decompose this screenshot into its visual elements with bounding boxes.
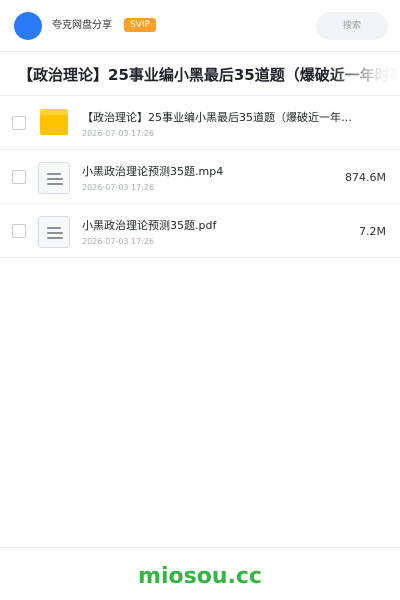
item-date: 2026-07-03 17:26 [82, 237, 155, 246]
title-fade-overlay [330, 52, 400, 95]
footer: miosou.cc [0, 547, 400, 600]
sharer-name: 夸克网盘分享 [52, 20, 112, 31]
item-date: 2026-07-03 17:26 [82, 183, 155, 192]
site-watermark[interactable]: miosou.cc [0, 564, 400, 590]
list-item-file[interactable]: 小黑政治理论预测35题.pdf 2026-07-03 17:26 7.2M [0, 204, 400, 258]
search-button[interactable]: 搜索 [316, 12, 388, 40]
share-title-bar: 【政治理论】25事业编小黑最后35道题（爆破近一年时政热点） [0, 52, 400, 96]
avatar[interactable] [14, 12, 42, 40]
item-name[interactable]: 【政治理论】25事业编小黑最后35道题（爆破近一年时政热点） [82, 111, 352, 125]
file-list: 【政治理论】25事业编小黑最后35道题（爆破近一年时政热点） 2026-07-0… [0, 96, 400, 258]
item-date: 2026-07-03 17:26 [82, 129, 155, 138]
item-size: 7.2M [359, 225, 386, 238]
file-icon [38, 216, 70, 248]
item-name[interactable]: 小黑政治理论预测35题.pdf [82, 219, 352, 233]
svip-badge: SVIP [124, 18, 156, 32]
list-item-folder[interactable]: 【政治理论】25事业编小黑最后35道题（爆破近一年时政热点） 2026-07-0… [0, 96, 400, 150]
file-icon [38, 162, 70, 194]
select-checkbox[interactable] [12, 170, 26, 184]
item-name[interactable]: 小黑政治理论预测35题.mp4 [82, 165, 352, 179]
select-checkbox[interactable] [12, 116, 26, 130]
folder-icon [40, 109, 68, 135]
list-item-file[interactable]: 小黑政治理论预测35题.mp4 2026-07-03 17:26 874.6M [0, 150, 400, 204]
item-size: 874.6M [345, 171, 386, 184]
header: 夸克网盘分享 SVIP 搜索 [0, 0, 400, 52]
select-checkbox[interactable] [12, 224, 26, 238]
